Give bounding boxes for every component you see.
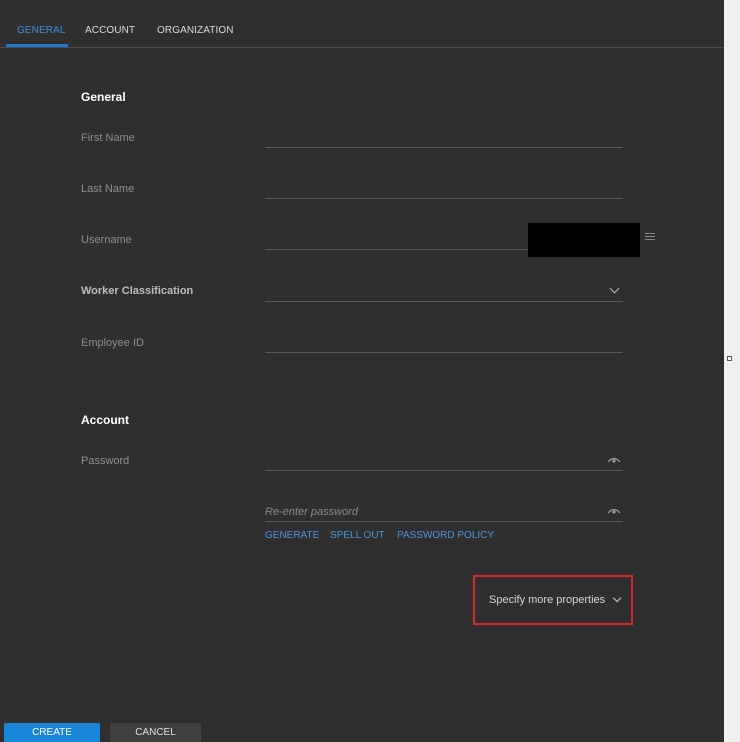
specify-more-properties-label: Specify more properties: [489, 594, 606, 606]
employee-id-underline: [265, 352, 623, 353]
reenter-password-input[interactable]: [265, 503, 605, 521]
chevron-down-icon: [612, 593, 622, 603]
password-underline: [265, 470, 623, 471]
first-name-label: First Name: [81, 132, 135, 144]
employee-id-label: Employee ID: [81, 337, 144, 349]
last-name-input[interactable]: [265, 179, 605, 197]
dialog-panel: GENERAL ACCOUNT ORGANIZATION General Fir…: [0, 0, 724, 742]
username-label: Username: [81, 234, 132, 246]
tab-bar: GENERAL ACCOUNT ORGANIZATION: [0, 0, 724, 48]
password-policy-link[interactable]: PASSWORD POLICY: [397, 530, 494, 541]
first-name-input[interactable]: [265, 128, 605, 146]
last-name-label: Last Name: [81, 183, 135, 195]
list-icon[interactable]: [645, 233, 655, 242]
eye-icon[interactable]: [607, 456, 621, 464]
employee-id-input[interactable]: [265, 333, 605, 351]
spell-out-link[interactable]: SPELL OUT: [330, 530, 385, 541]
resize-handle[interactable]: [727, 356, 732, 361]
tab-organization[interactable]: ORGANIZATION: [157, 25, 234, 36]
side-panel-edge: [724, 0, 740, 742]
generate-link[interactable]: GENERATE: [265, 530, 319, 541]
account-section-title: Account: [81, 413, 129, 427]
cancel-button[interactable]: CANCEL: [110, 723, 201, 742]
redacted-area: [528, 223, 640, 257]
worker-classification-select[interactable]: [265, 280, 623, 300]
eye-icon[interactable]: [607, 507, 621, 515]
active-tab-indicator: [6, 44, 68, 47]
worker-classification-label: Worker Classification: [81, 285, 194, 297]
last-name-underline: [265, 198, 623, 199]
create-button[interactable]: CREATE: [4, 723, 100, 742]
worker-classification-underline: [265, 301, 623, 302]
chevron-down-icon: [609, 283, 620, 294]
tab-general[interactable]: GENERAL: [17, 25, 66, 36]
reenter-password-underline: [265, 521, 623, 522]
specify-more-properties-toggle[interactable]: Specify more properties: [489, 593, 622, 606]
general-section-title: General: [81, 90, 126, 104]
tab-account[interactable]: ACCOUNT: [85, 25, 135, 36]
password-label: Password: [81, 455, 130, 467]
first-name-underline: [265, 147, 623, 148]
username-input[interactable]: [265, 230, 520, 248]
password-input[interactable]: [265, 451, 605, 469]
